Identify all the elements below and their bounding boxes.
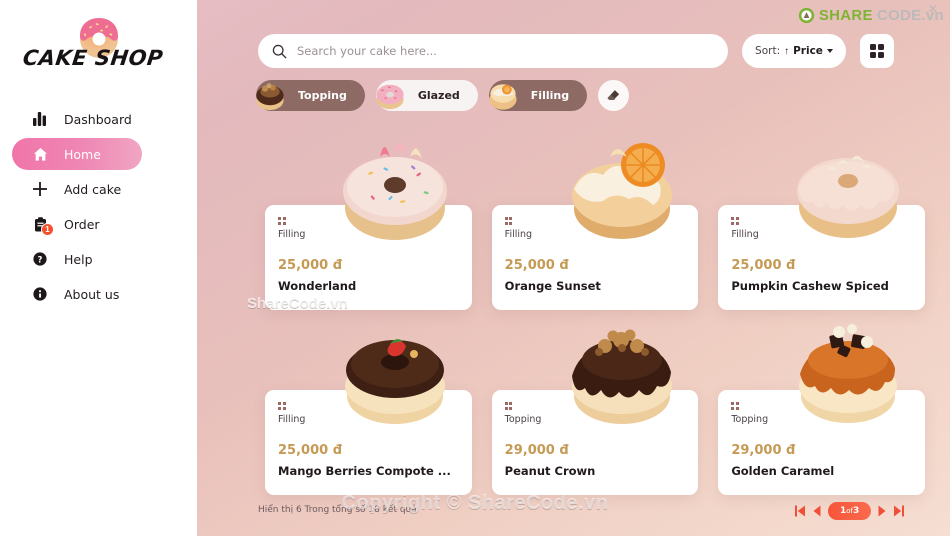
product-category: Topping — [504, 413, 542, 425]
donut-pink-sprinkle-thumb — [376, 84, 404, 110]
filter-chip-label: Glazed — [417, 89, 460, 102]
sort-label: Sort: — [755, 45, 781, 57]
product-price: 25,000 đ — [504, 257, 569, 273]
sidebar-item-label: Help — [64, 251, 93, 267]
sidebar-nav: Dashboard Home Add cake 1 Order ? Help A… — [12, 103, 172, 313]
product-category: Filling — [278, 413, 306, 425]
cake-shop-app: CAKE SHOP Dashboard Home Add cake 1 Orde… — [0, 0, 950, 536]
brand-name: CAKE SHOP — [21, 46, 165, 70]
product-category: Filling — [504, 228, 533, 240]
sort-value: Price — [793, 45, 823, 57]
chevron-down-icon — [826, 49, 833, 53]
product-grid: Filling 25,000 đ Wonderland ShareCode.vn… — [247, 125, 926, 495]
product-category: Filling — [278, 228, 306, 240]
sidebar-item-label: Home — [64, 146, 101, 162]
clipboard-icon: 1 — [30, 214, 54, 236]
sidebar-item-order[interactable]: 1 Order — [12, 208, 172, 240]
product-card[interactable]: Filling 25,000 đ Pumpkin Cashew Spiced — [718, 155, 926, 310]
category-icon — [278, 402, 459, 410]
sidebar: CAKE SHOP Dashboard Home Add cake 1 Orde… — [0, 0, 197, 536]
eraser-icon — [607, 90, 620, 100]
home-icon — [30, 144, 50, 164]
product-name: Pumpkin Cashew Spiced — [731, 278, 889, 293]
svg-text:?: ? — [38, 255, 43, 265]
filter-chip-filling[interactable]: Filling — [488, 80, 588, 111]
search-input[interactable] — [297, 44, 714, 58]
order-count-badge: 1 — [41, 223, 54, 236]
product-name: Orange Sunset — [504, 278, 601, 293]
category-icon — [278, 217, 459, 225]
donut-chocolate-nut-thumb — [256, 83, 284, 111]
product-price: 29,000 đ — [504, 442, 569, 458]
search-icon — [272, 44, 287, 58]
product-price: 25,000 đ — [278, 257, 342, 273]
category-icon — [731, 217, 912, 225]
category-icon — [504, 402, 686, 410]
product-card[interactable]: Topping 29,000 đ Peanut Crown — [491, 329, 699, 495]
brand-logo[interactable]: CAKE SHOP — [18, 12, 168, 82]
product-category: Topping — [731, 413, 769, 425]
product-row: Filling 25,000 đ Wonderland ShareCode.vn… — [247, 125, 926, 312]
grid-view-toggle-button[interactable] — [860, 34, 894, 68]
info-circle-icon — [30, 284, 50, 304]
grid-view-icon — [869, 43, 885, 59]
product-card[interactable]: Filling 25,000 đ Wonderland ShareCode.vn — [247, 143, 472, 312]
sidebar-item-label: About us — [64, 286, 120, 302]
search-bar[interactable] — [258, 34, 728, 68]
page-of-label: of — [846, 507, 854, 515]
product-name: Peanut Crown — [504, 463, 596, 478]
sidebar-item-label: Order — [64, 216, 100, 232]
sidebar-item-home[interactable]: Home — [12, 138, 142, 170]
product-name: Golden Caramel — [731, 463, 835, 478]
bar-chart-icon — [30, 109, 50, 129]
product-name: Mango Berries Compote ... — [278, 463, 451, 478]
sidebar-item-label: Add cake — [64, 181, 122, 197]
results-count-text: Hiển thị 6 Trong tổng số 18 kết quả — [258, 505, 417, 515]
page-total: 3 — [853, 506, 860, 516]
donut-orange-cream-thumb — [489, 84, 517, 110]
filter-chip-topping[interactable]: Topping — [256, 80, 365, 111]
clear-filters-button[interactable] — [598, 80, 630, 111]
sort-direction-icon: ↑ — [784, 45, 790, 57]
sharecode-logo-icon — [798, 7, 815, 24]
category-icon — [731, 402, 912, 410]
pagination: 1of3 — [795, 502, 905, 520]
filter-chip-glazed[interactable]: Glazed — [375, 80, 478, 111]
product-card[interactable]: Filling 25,000 đ Mango Berries Compote .… — [265, 339, 472, 495]
product-price: 29,000 đ — [731, 442, 796, 458]
question-circle-icon: ? — [30, 249, 50, 269]
filter-chip-label: Filling — [530, 89, 570, 102]
sidebar-item-label: Dashboard — [64, 111, 132, 127]
product-price: 25,000 đ — [731, 257, 796, 273]
pagination-next-button[interactable] — [878, 505, 886, 517]
skip-first-icon — [795, 505, 805, 517]
chevron-right-icon — [878, 505, 886, 517]
close-icon[interactable]: ✕ — [928, 2, 938, 16]
sort-dropdown[interactable]: Sort: ↑ Price — [742, 34, 846, 68]
sidebar-item-dashboard[interactable]: Dashboard — [12, 103, 172, 135]
category-icon — [504, 217, 686, 225]
sidebar-item-add-cake[interactable]: Add cake — [12, 173, 172, 205]
product-price: 25,000 đ — [278, 442, 342, 458]
sidebar-item-about-us[interactable]: About us — [12, 278, 172, 310]
filter-chip-label: Topping — [298, 89, 347, 102]
plus-icon — [30, 179, 50, 199]
product-row: Filling 25,000 đ Mango Berries Compote .… — [265, 310, 926, 495]
sidebar-item-help[interactable]: ? Help — [12, 243, 172, 275]
skip-last-icon — [894, 505, 905, 517]
product-card[interactable]: Topping 29,000 đ Golden Caramel — [718, 324, 926, 495]
pagination-current-page[interactable]: 1of3 — [828, 502, 872, 520]
watermark-text-green: SHARE — [818, 7, 873, 24]
pagination-prev-button[interactable] — [813, 505, 821, 517]
filter-chips: Topping Glazed Filling — [256, 80, 630, 111]
product-category: Filling — [731, 228, 759, 240]
chevron-left-icon — [813, 505, 821, 517]
pagination-first-button[interactable] — [795, 505, 806, 517]
product-card[interactable]: Filling 25,000 đ Orange Sunset — [491, 143, 699, 310]
pagination-last-button[interactable] — [893, 505, 905, 517]
watermark-logo: SHARE CODE.vn — [798, 7, 944, 24]
product-name: Wonderland — [278, 278, 357, 293]
